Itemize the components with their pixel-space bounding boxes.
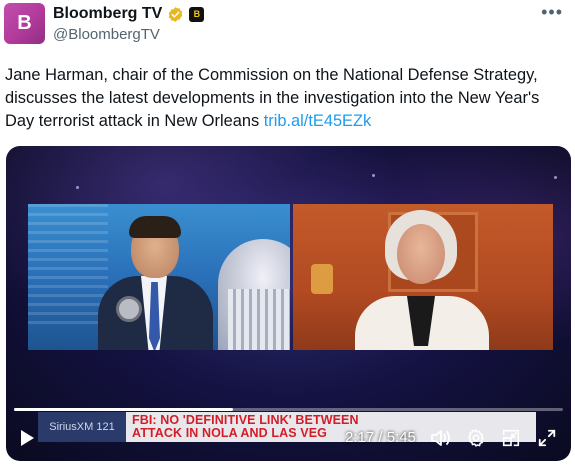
lamp	[311, 264, 333, 294]
background-sparkle	[76, 186, 79, 189]
video-controls: 2:17 / 5:45	[6, 416, 571, 460]
capitol-columns	[228, 289, 290, 350]
handle[interactable]: @BloombergTV	[53, 26, 160, 43]
time-display: 2:17 / 5:45	[345, 429, 416, 446]
progress-fill	[14, 408, 233, 411]
tweet-text: Jane Harman, chair of the Commission on …	[5, 64, 571, 133]
affiliate-badge-icon: B	[189, 6, 205, 22]
guest-face	[397, 224, 445, 284]
tweet-link[interactable]: trib.al/tE45EZk	[264, 112, 372, 130]
fullscreen-icon[interactable]	[536, 427, 558, 449]
settings-icon[interactable]	[465, 427, 487, 449]
background-sparkle	[372, 174, 375, 177]
progress-bar[interactable]	[14, 408, 563, 411]
pip-icon[interactable]	[500, 427, 522, 449]
display-name[interactable]: Bloomberg TV	[53, 5, 162, 23]
anchor-hair	[129, 216, 181, 238]
avatar-letter: B	[17, 12, 32, 34]
play-icon[interactable]	[16, 427, 38, 449]
microphone	[116, 296, 142, 322]
verified-badge-icon	[168, 6, 183, 22]
name-row: Bloomberg TV B	[53, 4, 205, 24]
video-pane-anchor	[28, 204, 290, 350]
studio-backdrop	[28, 204, 108, 324]
volume-icon[interactable]	[429, 427, 453, 449]
more-horizontal-icon[interactable]: •••	[541, 2, 563, 23]
background-sparkle	[554, 176, 557, 179]
video-player[interactable]: SiriusXM 121 FBI: NO 'DEFINITIVE LINK' B…	[6, 146, 571, 461]
affiliate-badge-letter: B	[193, 9, 201, 19]
video-pane-guest	[293, 204, 553, 350]
avatar[interactable]: B	[4, 3, 45, 44]
